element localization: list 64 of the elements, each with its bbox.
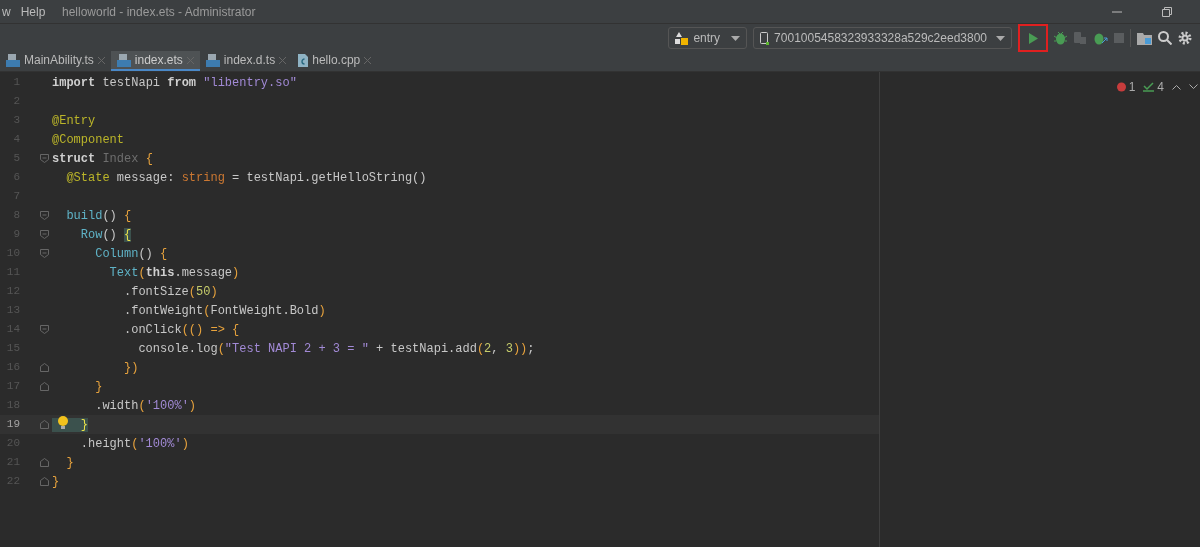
device-dropdown[interactable]: 7001005458323933328a529c2eed3800 bbox=[753, 27, 1012, 49]
fold-icon[interactable] bbox=[40, 211, 49, 220]
ts-file-icon bbox=[116, 53, 131, 67]
code-line: struct Index { bbox=[52, 150, 153, 168]
play-icon bbox=[1028, 32, 1038, 44]
code-line: Row() { bbox=[79, 226, 132, 244]
module-icon bbox=[675, 31, 689, 45]
file-tab[interactable]: MainAbility.ts bbox=[0, 51, 111, 71]
settings-icon[interactable] bbox=[1178, 31, 1192, 45]
close-icon[interactable] bbox=[364, 56, 372, 64]
cpp-file-icon bbox=[298, 53, 309, 67]
code-line: .fontSize(50) bbox=[123, 283, 218, 301]
file-tab[interactable]: index.ets bbox=[110, 51, 200, 71]
file-tab[interactable]: index.d.ts bbox=[199, 51, 293, 71]
code-line: import testNapi from "libentry.so" bbox=[52, 74, 297, 92]
code-line: console.log("Test NAPI 2 + 3 = " + testNapi.add(2, 3)); bbox=[137, 340, 535, 358]
fold-icon[interactable] bbox=[40, 249, 49, 258]
code-line: @State message: string = testNapi.getHelloString() bbox=[65, 169, 427, 187]
close-icon[interactable] bbox=[97, 56, 105, 64]
fold-end-icon[interactable] bbox=[40, 363, 49, 372]
window-title: helloworld - index.ets - Administrator bbox=[62, 3, 256, 21]
fold-end-icon[interactable] bbox=[40, 382, 49, 391]
code-line: Text(this.message) bbox=[108, 264, 240, 282]
code-line: } bbox=[52, 473, 60, 491]
close-icon[interactable] bbox=[186, 56, 194, 64]
menu-item[interactable]: Help bbox=[20, 2, 46, 21]
close-icon[interactable] bbox=[279, 56, 287, 64]
code-line: } bbox=[65, 454, 74, 472]
bug-icon[interactable] bbox=[1054, 31, 1067, 45]
line-number: 19 bbox=[5, 417, 20, 433]
ts-file-icon bbox=[205, 53, 220, 67]
code-line: .width('100%') bbox=[94, 397, 197, 415]
code-line: @Component bbox=[52, 131, 124, 149]
code-line: .fontWeight(FontWeight.Bold) bbox=[123, 302, 326, 320]
project-structure-icon[interactable] bbox=[1137, 31, 1152, 45]
warning-count[interactable]: 4 bbox=[1143, 78, 1164, 96]
file-tab[interactable]: hello.cpp bbox=[292, 51, 378, 71]
fold-end-icon[interactable] bbox=[40, 458, 49, 467]
menu-item[interactable]: w bbox=[2, 2, 11, 21]
error-count[interactable]: 1 bbox=[1116, 78, 1136, 96]
search-icon[interactable] bbox=[1158, 31, 1172, 45]
code-line: .height('100%') bbox=[79, 435, 189, 453]
code-line: Column() { bbox=[94, 245, 168, 263]
code-line: } bbox=[94, 378, 103, 396]
lightbulb-icon[interactable] bbox=[58, 416, 68, 429]
code-line: @Entry bbox=[52, 112, 96, 130]
code-line: build() { bbox=[65, 207, 132, 225]
bug-arrow-icon[interactable] bbox=[1093, 31, 1108, 45]
fold-end-icon[interactable] bbox=[40, 420, 49, 429]
code-line: }) bbox=[123, 359, 139, 377]
fold-end-icon[interactable] bbox=[40, 477, 49, 486]
fold-icon[interactable] bbox=[40, 230, 49, 239]
restore-icon[interactable] bbox=[1162, 6, 1172, 17]
module-dropdown[interactable]: entry bbox=[668, 27, 748, 49]
caret-icon bbox=[996, 35, 1005, 41]
phone-icon bbox=[760, 31, 770, 45]
code-line: .onClick(() => { bbox=[123, 321, 240, 339]
check-icon bbox=[1143, 82, 1155, 92]
run-button[interactable] bbox=[1018, 24, 1048, 52]
fold-icon[interactable] bbox=[40, 154, 49, 163]
caret-icon bbox=[731, 35, 741, 41]
error-icon bbox=[1116, 82, 1126, 92]
fold-icon[interactable] bbox=[40, 325, 49, 334]
ts-file-icon bbox=[6, 53, 20, 67]
